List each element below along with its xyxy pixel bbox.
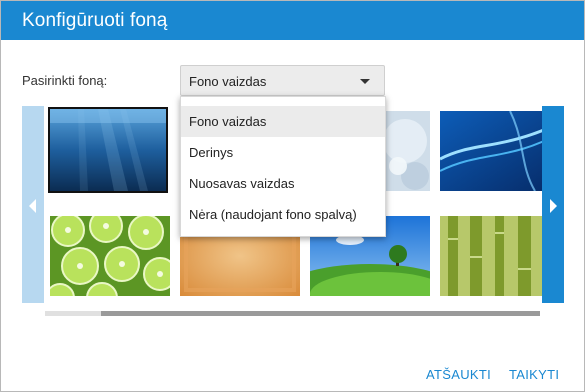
background-type-selected-value: Fono vaizdas (189, 74, 267, 89)
configure-background-dialog: Konfigūruoti foną Pasirinkti foną: Fono … (0, 0, 585, 392)
scroll-left-button[interactable] (22, 106, 44, 303)
gallery-scrollbar-thumb[interactable] (45, 311, 101, 316)
chevron-left-icon (29, 199, 36, 213)
scroll-right-button[interactable] (542, 106, 564, 303)
background-type-select[interactable]: Fono vaizdas (180, 65, 385, 96)
cancel-button[interactable]: ATŠAUKTI (426, 367, 491, 382)
thumbnail-lime-slices[interactable] (50, 216, 170, 296)
caret-down-icon (360, 79, 370, 84)
gallery-scrollbar-track[interactable] (45, 311, 540, 316)
background-type-dropdown-menu: Fono vaizdas Derinys Nuosavas vaizdas Nė… (180, 96, 386, 237)
chevron-right-icon (550, 199, 557, 213)
apply-button[interactable]: TAIKYTI (509, 367, 559, 382)
background-label: Pasirinkti foną: (22, 73, 108, 88)
title-bar: Konfigūruoti foną (1, 1, 584, 40)
dialog-title: Konfigūruoti foną (22, 10, 168, 31)
menu-item-nera[interactable]: Nėra (naudojant fono spalvą) (181, 199, 385, 230)
menu-item-fono-vaizdas[interactable]: Fono vaizdas (181, 106, 385, 137)
menu-item-nuosavas-vaizdas[interactable]: Nuosavas vaizdas (181, 168, 385, 199)
thumbnail-underwater[interactable] (48, 107, 168, 193)
menu-item-derinys[interactable]: Derinys (181, 137, 385, 168)
